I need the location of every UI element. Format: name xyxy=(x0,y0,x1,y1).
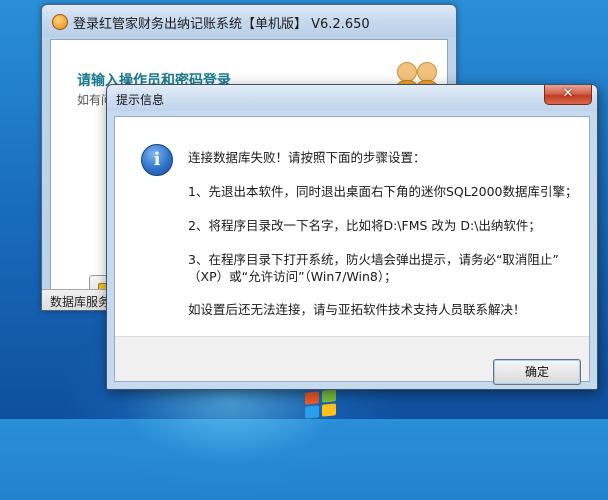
message-line: （XP）或“允许访问”（Win7/Win8）； xyxy=(188,269,397,284)
status-text: 数据库服务 xyxy=(50,295,111,309)
dialog-titlebar[interactable]: 提示信息 ✕ xyxy=(107,85,597,111)
dialog-title: 提示信息 xyxy=(116,93,165,107)
app-icon xyxy=(52,14,68,30)
close-button[interactable]: ✕ xyxy=(544,85,592,105)
message-line: 2、将程序目录改一下名字，比如将D:\FMS 改为 D:\出纳软件； xyxy=(188,218,541,233)
windows-logo-icon xyxy=(305,389,339,422)
message-line: 1、先退出本软件，同时退出桌面右下角的迷你SQL2000数据库引擎； xyxy=(188,184,578,199)
login-window-titlebar[interactable]: 登录红管家财务出纳记账系统【单机版】 V6.2.650 xyxy=(42,5,456,37)
message-line: 连接数据库失败！请按照下面的步骤设置： xyxy=(188,150,426,165)
info-dialog: 提示信息 ✕ i 连接数据库失败！请按照下面的步骤设置： 1、先退出本软件，同时… xyxy=(106,84,598,390)
info-icon: i xyxy=(141,144,173,176)
ok-button[interactable]: 确定 xyxy=(493,359,581,385)
login-window-title: 登录红管家财务出纳记账系统【单机版】 V6.2.650 xyxy=(73,17,370,32)
message-line: 如设置后还无法连接，请与亚拓软件技术支持人员联系解决！ xyxy=(188,302,526,317)
close-icon: ✕ xyxy=(562,86,574,101)
dialog-body: i 连接数据库失败！请按照下面的步骤设置： 1、先退出本软件，同时退出桌面右下角… xyxy=(114,116,590,382)
